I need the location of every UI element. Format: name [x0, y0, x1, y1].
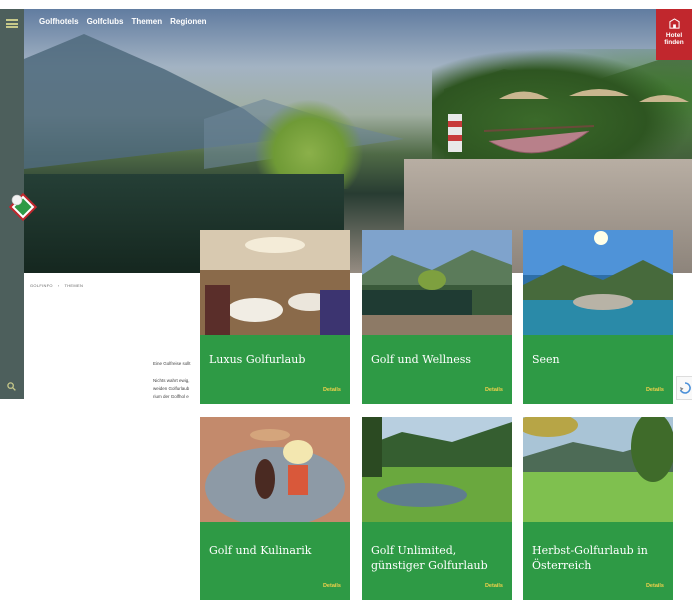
theme-card-golf-und-wellness[interactable]: Golf und Wellness Details [362, 230, 512, 404]
card-title: Golf und Kulinarik [209, 544, 312, 557]
details-link[interactable]: Details [323, 583, 341, 589]
details-link[interactable]: Details [323, 387, 341, 393]
intro-text-line: Nichts wahrt ewig, [153, 378, 190, 383]
search-icon[interactable] [7, 382, 16, 391]
theme-card-golf-und-kulinarik[interactable]: Golf und Kulinarik Details [200, 417, 350, 600]
theme-cards-grid: Luxus Golfurlaub Details Golf und Wellne… [200, 230, 674, 600]
breadcrumb-separator: › [57, 283, 60, 288]
parasols-illustration [499, 89, 689, 102]
breadcrumb: GOLFINFO › THEMEN [30, 283, 88, 288]
details-link[interactable]: Details [646, 387, 664, 393]
card-title: Seen [532, 353, 560, 366]
card-image-luxury-restaurant [200, 230, 350, 335]
card-title: Golf und Wellness [371, 353, 472, 366]
breadcrumb-item-themen[interactable]: THEMEN [65, 283, 84, 288]
details-link[interactable]: Details [485, 583, 503, 589]
lighthouse-illustration [448, 114, 462, 152]
card-title: Golf Unlimited, günstiger Golfurlaub [371, 544, 488, 572]
hammock-illustration [483, 125, 595, 154]
hamburger-menu-icon[interactable] [6, 19, 18, 28]
breadcrumb-item-golfinfo[interactable]: GOLFINFO [30, 283, 53, 288]
intro-text-line: rium der Golfhol e [153, 394, 189, 399]
intro-text-line: weiden Golfurlaub [153, 386, 190, 391]
nav-item-golfhotels[interactable]: Golfhotels [39, 17, 79, 26]
golf-logo-icon[interactable] [6, 190, 40, 224]
card-image-golf-course-lake [362, 417, 512, 522]
theme-card-seen[interactable]: Seen Details [523, 230, 673, 404]
card-title: Herbst-Golfurlaub in Österreich [532, 544, 648, 572]
nav-item-regionen[interactable]: Regionen [170, 17, 206, 26]
card-title: Luxus Golfurlaub [209, 353, 306, 366]
card-image-autumn-golf [523, 417, 673, 522]
hotel-finder-line2: finden [664, 39, 684, 46]
card-image-lake [523, 230, 673, 335]
theme-card-luxus-golfurlaub[interactable]: Luxus Golfurlaub Details [200, 230, 350, 404]
recaptcha-icon [679, 382, 691, 394]
card-image-dessert [200, 417, 350, 522]
intro-text-line: Eine Golfreise sollt [153, 361, 191, 366]
nav-item-themen[interactable]: Themen [131, 17, 162, 26]
hotel-finder-button[interactable]: Hotel finden [656, 9, 692, 60]
hotel-finder-line1: Hotel [665, 32, 683, 39]
recaptcha-badge[interactable] [676, 376, 692, 400]
nav-item-golfclubs[interactable]: Golfclubs [87, 17, 124, 26]
details-link[interactable]: Details [485, 387, 503, 393]
details-link[interactable]: Details [646, 583, 664, 589]
card-image-wellness-pond [362, 230, 512, 335]
top-navigation: Golfhotels Golfclubs Themen Regionen [39, 17, 207, 26]
theme-card-golf-unlimited[interactable]: Golf Unlimited, günstiger Golfurlaub Det… [362, 417, 512, 600]
theme-card-herbst-golfurlaub[interactable]: Herbst-Golfurlaub in Österreich Details [523, 417, 673, 600]
hotel-icon [668, 18, 680, 29]
